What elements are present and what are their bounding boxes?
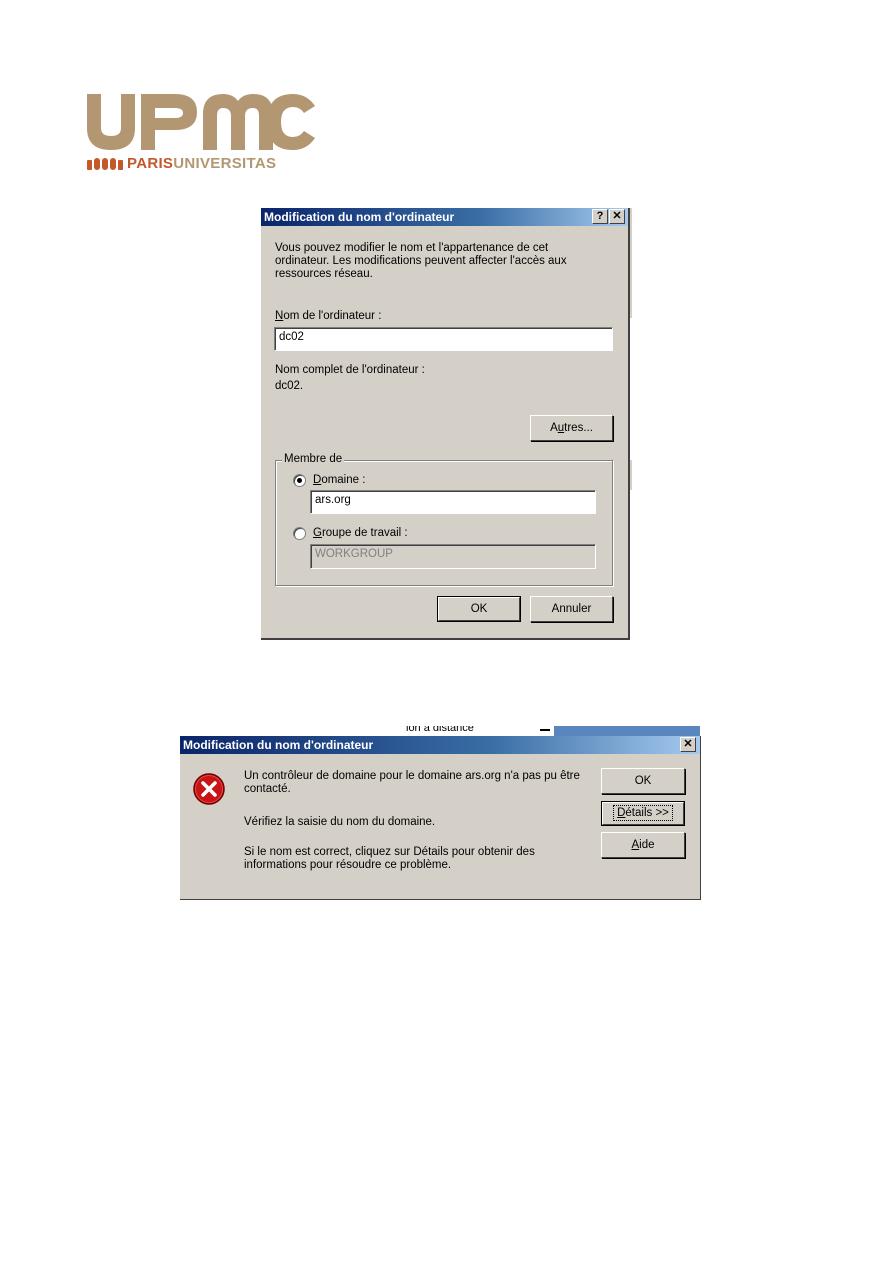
- details-text: étails >>: [625, 807, 669, 819]
- error-dialog: Modification du nom d'ordinateur ✕ Un co…: [180, 736, 701, 900]
- logo-tagline-paris: PARIS: [127, 155, 174, 172]
- logo-tagline-universitas: UNIVERSITAS: [173, 155, 277, 172]
- rename-computer-dialog: Modification du nom d'ordinateur ? ✕ Vou…: [261, 208, 630, 640]
- label-text: roupe de travail :: [321, 527, 408, 539]
- workgroup-value: WORKGROUP: [315, 548, 393, 560]
- domain-input[interactable]: ars.org: [310, 490, 596, 514]
- dialog-title: Modification du nom d'ordinateur: [264, 210, 455, 224]
- title-bar: Modification du nom d'ordinateur ? ✕: [261, 208, 628, 226]
- close-button[interactable]: ✕: [680, 737, 696, 752]
- details-button[interactable]: Détails >>: [601, 801, 685, 826]
- intro-text: Vous pouvez modifier le nom et l'apparte…: [275, 242, 567, 280]
- computer-name-value: dc02: [279, 331, 304, 343]
- computer-name-input[interactable]: dc02: [274, 327, 613, 351]
- error-message-check: Vérifiez la saisie du nom du domaine.: [244, 816, 436, 828]
- upmc-logo: PARISUNIVERSITAS: [83, 92, 315, 176]
- ok-button[interactable]: OK: [601, 768, 685, 794]
- label-text: om de l'ordinateur :: [283, 310, 382, 322]
- help-button[interactable]: Aide: [601, 832, 685, 858]
- help-text: ide: [639, 839, 655, 851]
- workgroup-input[interactable]: WORKGROUP: [310, 544, 596, 569]
- details-button-focus: Détails >>: [613, 805, 673, 821]
- close-icon: ✕: [683, 738, 693, 750]
- full-name-label: Nom complet de l'ordinateur :: [275, 364, 425, 376]
- domain-value: ars.org: [315, 494, 351, 506]
- domain-radio[interactable]: [293, 474, 306, 487]
- help-mnemonic: A: [631, 839, 640, 851]
- workgroup-radio[interactable]: [293, 527, 306, 540]
- ok-button[interactable]: OK: [437, 596, 521, 622]
- member-of-label: Membre de: [282, 453, 345, 465]
- error-message-main: Un contrôleur de domaine pour le domaine…: [244, 770, 580, 795]
- label-text: omaine :: [321, 474, 366, 486]
- more-button-text: tres...: [564, 422, 593, 434]
- close-icon: ✕: [612, 210, 622, 222]
- error-message-details: Si le nom est correct, cliquez sur Détai…: [244, 846, 535, 871]
- more-button-text-a: A: [550, 422, 558, 434]
- computer-name-label: Nom de l'ordinateur :: [275, 310, 381, 323]
- label-mnemonic: G: [313, 527, 322, 539]
- dialog-title: Modification du nom d'ordinateur: [183, 738, 374, 752]
- logo-tagline: PARISUNIVERSITAS: [127, 156, 276, 172]
- workgroup-label: Groupe de travail :: [313, 527, 408, 540]
- close-button[interactable]: ✕: [609, 209, 625, 224]
- domain-label: Domaine :: [313, 474, 365, 487]
- background-window-text: ion à distance: [406, 726, 474, 734]
- cancel-button[interactable]: Annuler: [530, 596, 613, 622]
- help-question-button[interactable]: ?: [592, 209, 608, 224]
- error-icon: [193, 773, 225, 805]
- more-button[interactable]: Autres...: [530, 415, 613, 441]
- full-name-value: dc02.: [275, 380, 304, 392]
- title-bar: Modification du nom d'ordinateur ✕: [180, 736, 700, 754]
